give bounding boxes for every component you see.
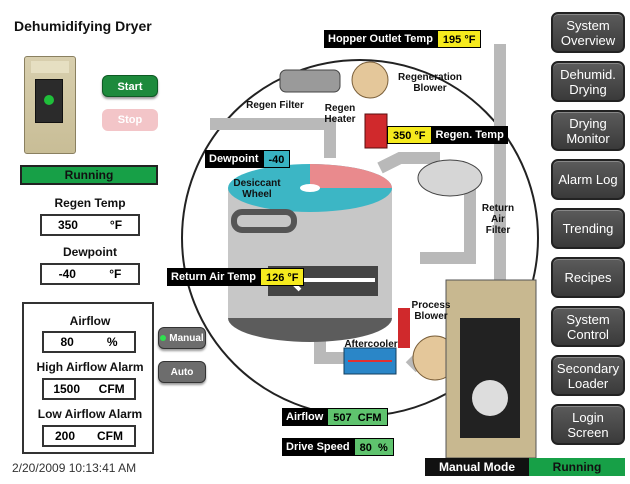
- airflow-label: Airflow: [69, 314, 111, 328]
- dewpoint-callout: Dewpoint -40: [205, 150, 291, 168]
- airflow-value: 80: [60, 335, 74, 349]
- desiccant-wheel-label: Desiccant Wheel: [233, 178, 281, 200]
- nav-system-overview[interactable]: System Overview: [551, 12, 625, 53]
- airflow-diagram-label: Airflow: [282, 408, 328, 426]
- airflow-field[interactable]: 80 %: [42, 331, 136, 353]
- low-airflow-alarm-label: Low Airflow Alarm: [37, 407, 143, 421]
- nav-secondary-loader[interactable]: Secondary Loader: [551, 355, 625, 396]
- return-air-temp-label: Return Air Temp: [167, 268, 260, 286]
- regen-blower-housing: [351, 61, 389, 99]
- regen-temp-unit: °F: [109, 218, 123, 232]
- dryer-image: [24, 56, 76, 154]
- aftercooler-label: Aftercooler: [344, 339, 398, 350]
- regen-temp-diagram-label: Regen. Temp: [431, 126, 508, 144]
- airflow-unit: %: [106, 335, 118, 349]
- low-airflow-alarm-unit: CFM: [97, 429, 123, 443]
- nav-trending[interactable]: Trending: [551, 208, 625, 249]
- return-air-filter-label: Return Air Filter: [481, 203, 515, 236]
- stop-button[interactable]: Stop: [102, 109, 158, 131]
- regen-heater: [364, 113, 388, 149]
- regen-filter-label: Regen Filter: [246, 100, 304, 111]
- nav-drying-monitor[interactable]: Drying Monitor: [551, 110, 625, 151]
- low-airflow-alarm-field[interactable]: 200 CFM: [42, 425, 136, 447]
- regen-temp-value: 350: [57, 218, 78, 232]
- start-button[interactable]: Start: [102, 75, 158, 97]
- dewpoint-label: Dewpoint: [63, 245, 117, 259]
- nav-system-control[interactable]: System Control: [551, 306, 625, 347]
- hopper-outlet-temp-value: 195 °F: [436, 30, 482, 48]
- process-blower-label: Process Blower: [411, 300, 451, 322]
- page-title: Dehumidifying Dryer: [14, 18, 152, 34]
- airflow-diagram-value: 507 CFM: [327, 408, 388, 426]
- nav-login-screen[interactable]: Login Screen: [551, 404, 625, 445]
- process-diagram: [181, 44, 539, 458]
- drive-speed-callout: Drive Speed 80 %: [282, 438, 394, 456]
- regen-blower: [279, 69, 341, 93]
- hopper-outlet-temp-callout: Hopper Outlet Temp 195 °F: [324, 30, 482, 48]
- hopper-outlet-temp-label: Hopper Outlet Temp: [324, 30, 437, 48]
- airflow-callout: Airflow 507 CFM: [282, 408, 388, 426]
- timestamp: 2/20/2009 10:13:41 AM: [12, 461, 137, 475]
- return-air-filter: [417, 159, 483, 197]
- hopper-machine-port: [472, 380, 508, 416]
- run-state: Running: [529, 458, 625, 476]
- mode-label: Manual Mode: [425, 458, 529, 476]
- high-airflow-alarm-field[interactable]: 1500 CFM: [42, 378, 136, 400]
- high-airflow-alarm-unit: CFM: [98, 382, 125, 396]
- high-airflow-alarm-label: High Airflow Alarm: [36, 360, 144, 374]
- nav-recipes[interactable]: Recipes: [551, 257, 625, 298]
- dewpoint-unit: °F: [109, 267, 122, 281]
- regen-heater-label: Regen Heater: [324, 103, 356, 125]
- drive-speed-value: 80 %: [353, 438, 394, 456]
- dewpoint-field: -40 °F: [40, 263, 140, 285]
- low-airflow-alarm-value: 200: [54, 429, 76, 443]
- regen-temp-field: 350 °F: [40, 214, 140, 236]
- nav-alarm-log[interactable]: Alarm Log: [551, 159, 625, 200]
- dewpoint-diagram-value: -40: [262, 150, 291, 168]
- indicator-light-icon: [160, 335, 167, 341]
- regen-blower-label: Regeneration Blower: [398, 72, 462, 94]
- regen-temp-callout: 350 °F Regen. Temp: [387, 126, 508, 144]
- high-airflow-alarm-value: 1500: [53, 382, 81, 396]
- regen-temp-diagram-value: 350 °F: [387, 126, 432, 144]
- regen-temp-label: Regen Temp: [54, 196, 126, 210]
- status-bar: Running: [20, 165, 158, 185]
- dewpoint-diagram-label: Dewpoint: [205, 150, 263, 168]
- return-air-temp-callout: Return Air Temp 126 °F: [167, 268, 305, 286]
- drive-speed-label: Drive Speed: [282, 438, 354, 456]
- mode-status-bar: Manual Mode Running: [425, 458, 625, 476]
- hopper-machine-door: [460, 318, 520, 438]
- return-air-temp-value: 126 °F: [259, 268, 305, 286]
- dewpoint-value: -40: [58, 267, 76, 281]
- nav-dehumid-drying[interactable]: Dehumid. Drying: [551, 61, 625, 102]
